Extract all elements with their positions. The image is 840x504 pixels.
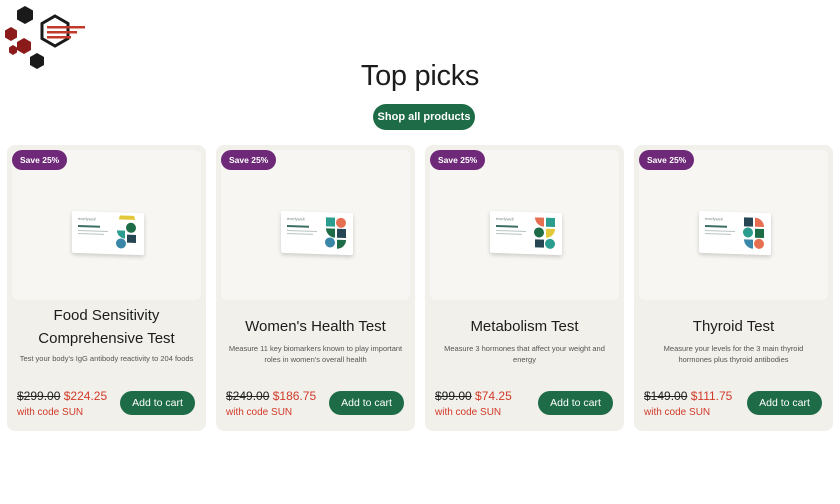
product-image[interactable]: everlywell [12,150,201,300]
promo-code-text: with code SUN [17,407,84,418]
add-to-cart-button[interactable]: Add to cart [120,391,195,415]
product-image[interactable]: everlywell [639,150,828,300]
add-to-cart-button[interactable]: Add to cart [329,391,404,415]
promo-code-text: with code SUN [435,407,502,418]
product-card[interactable]: everlywell Save 25% Women's Health Test … [216,145,415,431]
product-description: Measure your levels for the 3 main thyro… [663,344,804,364]
product-description: Measure 3 hormones that affect your weig… [444,344,605,364]
price: $299.00 $224.25 [17,389,107,403]
add-to-cart-button[interactable]: Add to cart [538,391,613,415]
discount-badge: Save 25% [639,150,695,170]
original-price: $99.00 [435,389,472,403]
product-image[interactable]: everlywell [430,150,619,300]
test-kit-box-icon: everlywell [490,210,562,256]
product-card[interactable]: everlywell Save 25% Metabolism Test Meas… [425,145,624,431]
discount-badge: Save 25% [221,150,277,170]
original-price: $149.00 [644,389,688,403]
test-kit-box-icon: everlywell [699,210,771,256]
original-price: $249.00 [226,389,270,403]
product-image[interactable]: everlywell [221,150,410,300]
product-title[interactable]: Metabolism Test [435,315,614,338]
discount-badge: Save 25% [12,150,68,170]
promo-code-text: with code SUN [644,407,711,418]
sale-price: $224.25 [63,389,108,403]
product-title[interactable]: Thyroid Test [644,315,823,338]
sale-price: $74.25 [475,389,512,403]
add-to-cart-button[interactable]: Add to cart [747,391,822,415]
page-title: Top picks [360,60,480,92]
price: $99.00 $74.25 [435,389,512,403]
test-kit-box-icon: everlywell [72,210,144,256]
product-description: Measure 11 key biomarkers known to play … [228,344,403,364]
sale-price: $111.75 [690,389,733,403]
product-description: Test your body's IgG antibody reactivity… [19,354,194,363]
price: $249.00 $186.75 [226,389,316,403]
product-card[interactable]: everlywell Save 25% Food Sensitivity Com… [7,145,206,431]
product-card[interactable]: everlywell Save 25% Thyroid Test Measure… [634,145,833,431]
discount-badge: Save 25% [430,150,486,170]
product-title[interactable]: Women's Health Test [226,315,405,338]
test-kit-box-icon: everlywell [281,210,353,256]
price: $149.00 $111.75 [644,389,732,403]
promo-code-text: with code SUN [226,407,293,418]
sale-price: $186.75 [272,389,317,403]
shop-all-products-button[interactable]: Shop all products [373,104,475,130]
product-title[interactable]: Food Sensitivity Comprehensive Test [17,304,196,350]
original-price: $299.00 [17,389,61,403]
product-card-list: everlywell Save 25% Food Sensitivity Com… [7,145,833,431]
